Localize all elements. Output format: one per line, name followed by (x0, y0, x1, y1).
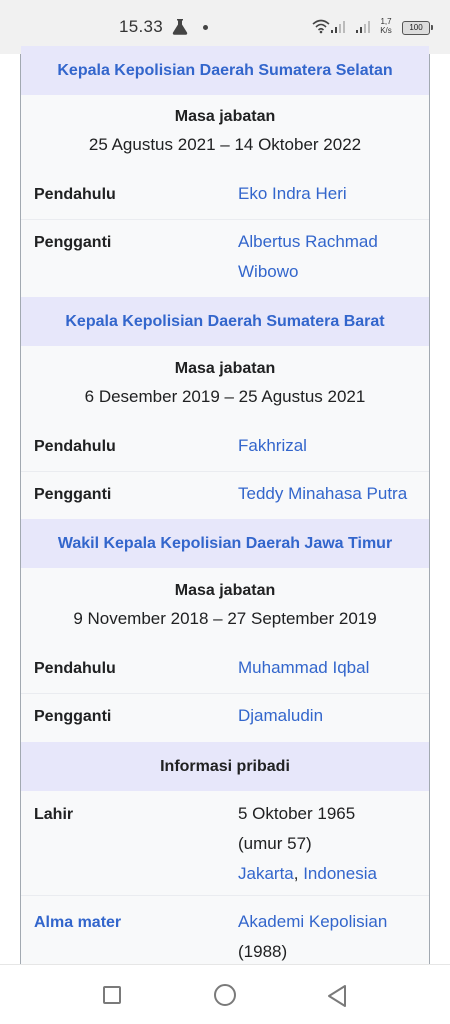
predecessor-row: Pendahulu Eko Indra Heri (21, 178, 429, 220)
born-value: 5 Oktober 1965 (umur 57) Jakarta, Indone… (238, 799, 428, 889)
personal-info-heading-text: Informasi pribadi (160, 757, 290, 775)
alma-mater-link[interactable]: Akademi Kepolisian (238, 907, 428, 937)
successor-label: Pengganti (34, 234, 112, 251)
born-date: 5 Oktober 1965 (238, 804, 356, 823)
term-dates: 6 Desember 2019 – 25 Agustus 2021 (84, 387, 366, 406)
successor-link[interactable]: Teddy Minahasa Putra (238, 479, 438, 509)
term-dates: 25 Agustus 2021 – 14 Oktober 2022 (88, 135, 362, 154)
term-label: Masa jabatan (174, 582, 276, 599)
system-navigation-bar (0, 964, 450, 1024)
successor-link[interactable]: Albertus Rachmad Wibowo (238, 227, 428, 287)
section-heading-link[interactable]: Kepala Kepolisian Daerah Sumatera Selata… (57, 62, 392, 80)
successor-row: Pengganti Teddy Minahasa Putra (21, 478, 429, 520)
section-heading[interactable]: Kepala Kepolisian Daerah Sumatera Selata… (21, 46, 429, 95)
born-city-link[interactable]: Jakarta (238, 864, 294, 883)
successor-row: Pengganti Djamaludin (21, 700, 429, 742)
alma-mater-year: (1988) (238, 942, 288, 961)
successor-label: Pengganti (34, 486, 112, 503)
signal-icon-2 (355, 20, 375, 39)
born-place: Jakarta, Indonesia (238, 859, 428, 889)
predecessor-label: Pendahulu (34, 186, 116, 203)
term-block: Masa jabatan 25 Agustus 2021 – 14 Oktobe… (21, 108, 429, 155)
signal-icon (330, 20, 350, 39)
successor-link[interactable]: Djamaludin (238, 701, 428, 731)
predecessor-label: Pendahulu (34, 438, 116, 455)
predecessor-link[interactable]: Muhammad Iqbal (238, 653, 428, 683)
alma-mater-label-link[interactable]: Alma mater (34, 914, 121, 932)
notification-dot-icon (203, 25, 208, 30)
section-heading[interactable]: Kepala Kepolisian Daerah Sumatera Barat (21, 297, 429, 346)
infobox: Kepala Kepolisian Daerah Sumatera Selata… (20, 46, 430, 967)
personal-info-heading: Informasi pribadi (21, 742, 429, 791)
status-time: 15.33 (119, 17, 164, 36)
term-block: Masa jabatan 9 November 2018 – 27 Septem… (21, 582, 429, 629)
born-place-separator: , (293, 864, 304, 883)
successor-label: Pengganti (34, 708, 112, 725)
predecessor-link[interactable]: Fakhrizal (238, 431, 428, 461)
predecessor-link[interactable]: Eko Indra Heri (238, 179, 428, 209)
predecessor-label: Pendahulu (34, 660, 116, 677)
term-block: Masa jabatan 6 Desember 2019 – 25 Agustu… (21, 360, 429, 407)
section-heading-link[interactable]: Wakil Kepala Kepolisian Daerah Jawa Timu… (58, 535, 392, 553)
network-speed-unit: K/s (380, 26, 392, 35)
term-label: Masa jabatan (174, 360, 276, 377)
section-heading[interactable]: Wakil Kepala Kepolisian Daerah Jawa Timu… (21, 519, 429, 568)
flask-icon (171, 18, 189, 41)
back-icon[interactable] (326, 984, 348, 1013)
born-label: Lahir (34, 806, 74, 823)
home-icon[interactable] (214, 984, 236, 1006)
born-age: (umur 57) (238, 834, 312, 853)
born-row: Lahir 5 Oktober 1965 (umur 57) Jakarta, … (21, 798, 429, 896)
successor-row: Pengganti Albertus Rachmad Wibowo (21, 226, 429, 296)
predecessor-row: Pendahulu Fakhrizal (21, 430, 429, 472)
term-label: Masa jabatan (174, 108, 276, 125)
network-speed: 1,7 K/s (379, 17, 393, 35)
wifi-icon (312, 18, 330, 39)
battery-icon: 100 (402, 21, 433, 35)
recent-apps-icon[interactable] (103, 986, 121, 1004)
alma-mater-value: Akademi Kepolisian (1988) (238, 907, 428, 967)
section-heading-link[interactable]: Kepala Kepolisian Daerah Sumatera Barat (65, 313, 384, 331)
term-dates: 9 November 2018 – 27 September 2019 (73, 609, 377, 628)
predecessor-row: Pendahulu Muhammad Iqbal (21, 652, 429, 694)
network-speed-value: 1,7 (380, 17, 392, 26)
born-country-link[interactable]: Indonesia (303, 864, 377, 883)
